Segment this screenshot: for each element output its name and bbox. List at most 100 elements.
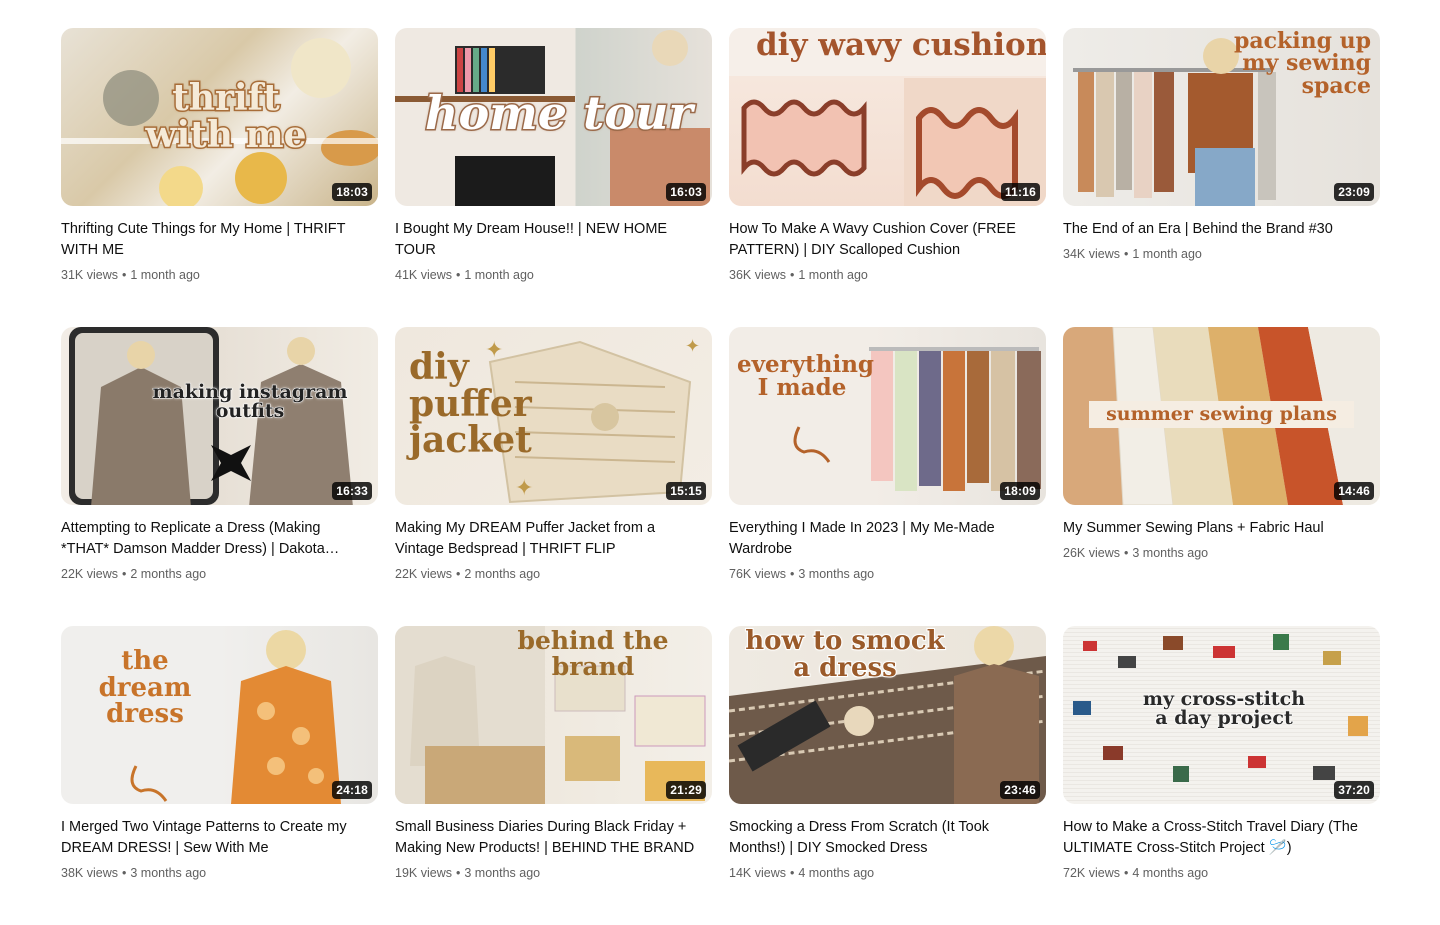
video-thumbnail[interactable]: diy wavy cushion 11:16 — [729, 28, 1046, 206]
thumbnail-title-text: the dream dress — [98, 646, 192, 730]
video-stats: 22K views • 2 months ago — [61, 565, 368, 583]
video-duration-badge: 16:03 — [666, 183, 706, 201]
upload-age: 1 month ago — [798, 268, 868, 282]
view-count: 19K views — [395, 866, 452, 880]
upload-age: 1 month ago — [464, 268, 534, 282]
view-count: 22K views — [61, 567, 118, 581]
thumbnail-title-text: behind the brand — [517, 626, 669, 681]
thumbnail-title-text: making instagram outfits — [152, 381, 348, 423]
video-card: thrift with me 18:03 Thrifting Cute Thin… — [61, 28, 378, 327]
thumbnail-title-text: thrift with me — [144, 77, 308, 156]
video-thumbnail[interactable]: my cross-stitch a day project 37:20 — [1063, 626, 1380, 804]
video-card: the dream dress 24:18 I Merged Two Vinta… — [61, 626, 378, 925]
thumbnail-title-text: packing up my sewing space — [1233, 28, 1371, 99]
video-card: everything I made 18:09 Everything I Mad… — [729, 327, 1046, 626]
view-count: 14K views — [729, 866, 786, 880]
video-title[interactable]: How To Make A Wavy Cushion Cover (FREE P… — [729, 219, 1036, 261]
upload-age: 4 months ago — [1132, 866, 1209, 880]
video-duration-badge: 23:46 — [1000, 781, 1040, 799]
view-count: 72K views — [1063, 866, 1120, 880]
video-stats: 36K views • 1 month ago — [729, 266, 1036, 284]
video-title[interactable]: Everything I Made In 2023 | My Me-Made W… — [729, 518, 1036, 560]
view-count: 26K views — [1063, 546, 1120, 560]
video-title[interactable]: Making My DREAM Puffer Jacket from a Vin… — [395, 518, 702, 560]
separator-dot: • — [455, 268, 461, 282]
video-card: summer sewing plans 14:46 My Summer Sewi… — [1063, 327, 1380, 626]
upload-age: 2 months ago — [464, 567, 541, 581]
video-duration-badge: 11:16 — [1000, 183, 1040, 201]
video-card: diy wavy cushion 11:16 How To Make A Wav… — [729, 28, 1046, 327]
video-thumbnail[interactable]: the dream dress 24:18 — [61, 626, 378, 804]
upload-age: 2 months ago — [130, 567, 207, 581]
view-count: 31K views — [61, 268, 118, 282]
video-stats: 19K views • 3 months ago — [395, 864, 702, 882]
video-duration-badge: 37:20 — [1334, 781, 1374, 799]
view-count: 41K views — [395, 268, 452, 282]
video-title[interactable]: Attempting to Replicate a Dress (Making … — [61, 518, 368, 560]
video-thumbnail[interactable]: summer sewing plans 14:46 — [1063, 327, 1380, 505]
video-meta: Small Business Diaries During Black Frid… — [395, 804, 712, 882]
video-card: how to smock a dress 23:46 Smocking a Dr… — [729, 626, 1046, 925]
video-duration-badge: 18:09 — [1000, 482, 1040, 500]
video-duration-badge: 23:09 — [1334, 183, 1374, 201]
video-thumbnail[interactable]: home tour 16:03 — [395, 28, 712, 206]
thumbnail-title-text: diy puffer jacket — [409, 346, 532, 462]
upload-age: 3 months ago — [798, 567, 875, 581]
video-title[interactable]: Small Business Diaries During Black Frid… — [395, 817, 702, 859]
separator-dot: • — [121, 268, 127, 282]
separator-dot: • — [455, 866, 461, 880]
video-title[interactable]: I Merged Two Vintage Patterns to Create … — [61, 817, 368, 859]
video-thumbnail[interactable]: making instagram outfits 16:33 — [61, 327, 378, 505]
video-title[interactable]: Thrifting Cute Things for My Home | THRI… — [61, 219, 368, 261]
video-meta: Making My DREAM Puffer Jacket from a Vin… — [395, 505, 712, 583]
thumbnail-title-text: how to smock a dress — [744, 626, 945, 683]
video-meta: Everything I Made In 2023 | My Me-Made W… — [729, 505, 1046, 583]
separator-dot: • — [121, 567, 127, 581]
view-count: 22K views — [395, 567, 452, 581]
view-count: 36K views — [729, 268, 786, 282]
video-meta: How to Make a Cross-Stitch Travel Diary … — [1063, 804, 1380, 882]
video-card: behind the brand 21:29 Small Business Di… — [395, 626, 712, 925]
video-title[interactable]: The End of an Era | Behind the Brand #30 — [1063, 219, 1370, 240]
upload-age: 3 months ago — [1132, 546, 1209, 560]
video-thumbnail[interactable]: ✦ ✦ ✦ diy puffer jacket 15:15 — [395, 327, 712, 505]
video-stats: 41K views • 1 month ago — [395, 266, 702, 284]
video-stats: 26K views • 3 months ago — [1063, 544, 1370, 562]
video-duration-badge: 18:03 — [332, 183, 372, 201]
video-duration-badge: 15:15 — [666, 482, 706, 500]
video-card: packing up my sewing space 23:09 The End… — [1063, 28, 1380, 327]
upload-age: 3 months ago — [464, 866, 541, 880]
svg-text:✦: ✦ — [685, 336, 700, 356]
video-card: making instagram outfits 16:33 Attemptin… — [61, 327, 378, 626]
video-thumbnail[interactable]: thrift with me 18:03 — [61, 28, 378, 206]
separator-dot: • — [1123, 546, 1129, 560]
upload-age: 1 month ago — [1132, 247, 1202, 261]
video-thumbnail[interactable]: everything I made 18:09 — [729, 327, 1046, 505]
upload-age: 1 month ago — [130, 268, 200, 282]
video-meta: Smocking a Dress From Scratch (It Took M… — [729, 804, 1046, 882]
video-duration-badge: 16:33 — [332, 482, 372, 500]
separator-dot: • — [789, 567, 795, 581]
video-meta: The End of an Era | Behind the Brand #30… — [1063, 206, 1380, 263]
video-meta: My Summer Sewing Plans + Fabric Haul 26K… — [1063, 505, 1380, 562]
video-meta: Thrifting Cute Things for My Home | THRI… — [61, 206, 378, 284]
video-thumbnail[interactable]: packing up my sewing space 23:09 — [1063, 28, 1380, 206]
video-title[interactable]: My Summer Sewing Plans + Fabric Haul — [1063, 518, 1370, 539]
video-meta: Attempting to Replicate a Dress (Making … — [61, 505, 378, 583]
separator-dot: • — [455, 567, 461, 581]
video-card: home tour 16:03 I Bought My Dream House!… — [395, 28, 712, 327]
separator-dot: • — [1123, 247, 1129, 261]
svg-text:✦: ✦ — [515, 475, 533, 500]
separator-dot: • — [121, 866, 127, 880]
video-stats: 72K views • 4 months ago — [1063, 864, 1370, 882]
upload-age: 4 months ago — [798, 866, 875, 880]
video-thumbnail[interactable]: how to smock a dress 23:46 — [729, 626, 1046, 804]
video-title[interactable]: Smocking a Dress From Scratch (It Took M… — [729, 817, 1036, 859]
video-stats: 38K views • 3 months ago — [61, 864, 368, 882]
video-title[interactable]: I Bought My Dream House!! | NEW HOME TOU… — [395, 219, 702, 261]
video-thumbnail[interactable]: behind the brand 21:29 — [395, 626, 712, 804]
separator-dot: • — [789, 866, 795, 880]
video-title[interactable]: How to Make a Cross-Stitch Travel Diary … — [1063, 817, 1370, 859]
separator-dot: • — [1123, 866, 1129, 880]
thumbnail-title-text: my cross-stitch a day project — [1142, 688, 1306, 730]
